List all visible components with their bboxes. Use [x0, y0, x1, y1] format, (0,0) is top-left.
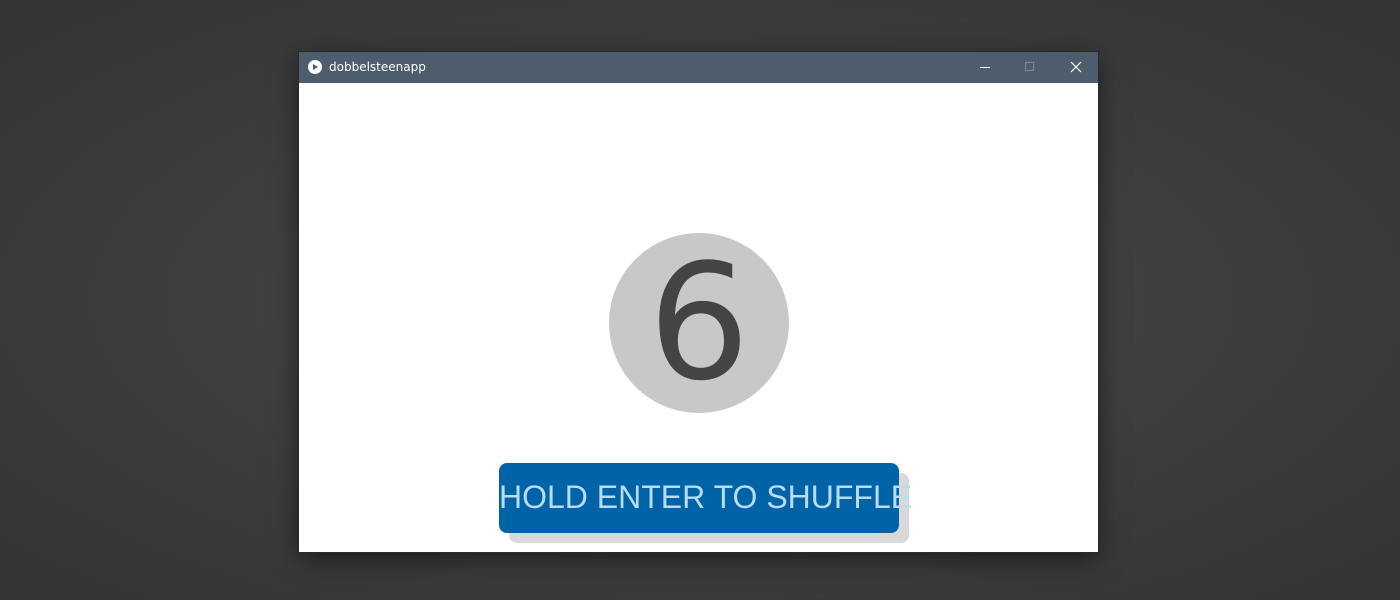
- minimize-icon: [980, 67, 990, 68]
- play-circle-icon: [308, 60, 322, 74]
- app-window: dobbelsteenapp 6 HOLD ENTER TO SHUFFLE: [299, 52, 1098, 552]
- window-title: dobbelsteenapp: [329, 60, 426, 74]
- shuffle-button[interactable]: HOLD ENTER TO SHUFFLE: [499, 463, 912, 533]
- minimize-button[interactable]: [962, 52, 1008, 83]
- maximize-icon: [1025, 62, 1034, 71]
- die-display: 6: [609, 233, 789, 413]
- close-icon: [1070, 61, 1082, 73]
- close-button[interactable]: [1053, 52, 1098, 83]
- title-bar[interactable]: dobbelsteenapp: [299, 52, 1098, 83]
- die-value: 6: [648, 229, 750, 416]
- main-content: 6 HOLD ENTER TO SHUFFLE: [299, 83, 1098, 552]
- maximize-button[interactable]: [1007, 52, 1053, 83]
